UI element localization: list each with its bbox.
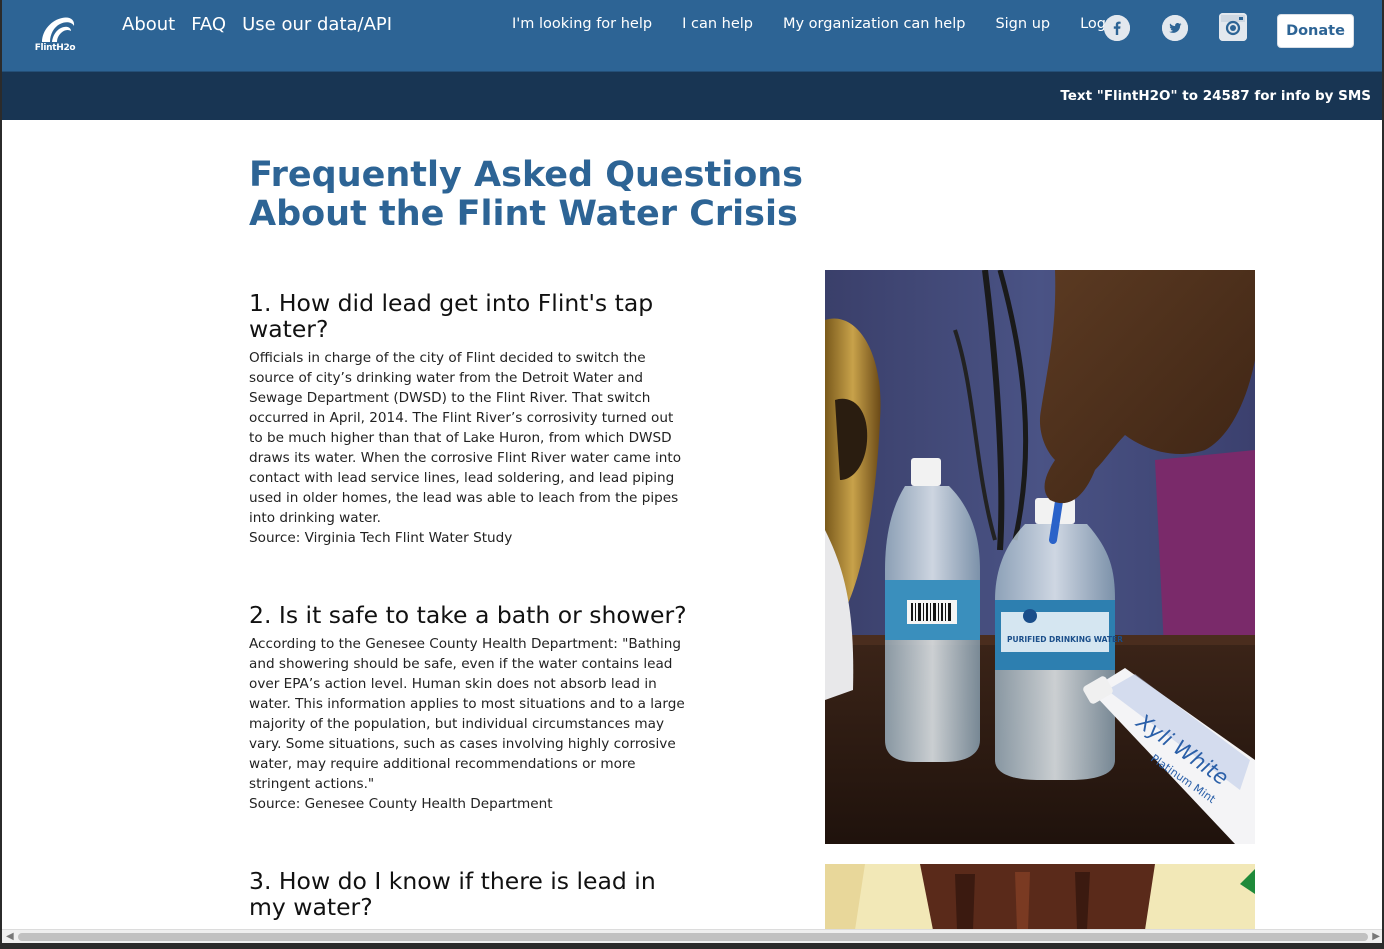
- sms-info-banner: Text "FlintH2O" to 24587 for info by SMS: [2, 72, 1382, 120]
- donate-button[interactable]: Donate: [1277, 14, 1354, 48]
- water-drop-logo-icon: [42, 17, 75, 42]
- nav-data-api-link[interactable]: Use our data/API: [242, 13, 392, 37]
- bottle-label-text: PURIFIED DRINKING WATER: [1007, 635, 1123, 644]
- horizontal-scrollbar[interactable]: ◀ ▶: [2, 929, 1382, 943]
- site-logo[interactable]: FlintH2o: [30, 12, 80, 58]
- faq-item-1: 1. How did lead get into Flint's tap wat…: [249, 290, 689, 548]
- faq-question: 3. How do I know if there is lead in my …: [249, 867, 656, 921]
- facebook-icon[interactable]: [1104, 15, 1130, 41]
- nav-sign-up-link[interactable]: Sign up: [995, 15, 1050, 33]
- scrollbar-thumb[interactable]: [18, 933, 1368, 941]
- sms-info-text: Text "FlintH2O" to 24587 for info by SMS: [1060, 88, 1371, 104]
- primary-nav: About FAQ Use our data/API: [122, 13, 408, 37]
- faucet-photo: [825, 864, 1255, 930]
- scroll-right-arrow-icon[interactable]: ▶: [1372, 931, 1380, 942]
- water-bottles-photo: Xyli White Platinum Mint PURIFIED DRINKI…: [825, 270, 1255, 844]
- faq-item-3: 3. How do I know if there is lead in my …: [249, 868, 689, 926]
- nav-organization-can-help-link[interactable]: My organization can help: [783, 15, 965, 33]
- logo-wordmark: FlintH2o: [34, 43, 76, 53]
- faq-question: 1. How did lead get into Flint's tap wat…: [249, 289, 654, 343]
- scroll-left-arrow-icon[interactable]: ◀: [6, 931, 14, 942]
- browser-viewport: FlintH2o About FAQ Use our data/API I'm …: [0, 0, 1384, 949]
- faq-source: Source: Virginia Tech Flint Water Study: [249, 530, 513, 546]
- faq-source: Source: Genesee County Health Department: [249, 796, 553, 812]
- secondary-nav: I'm looking for help I can help My organ…: [512, 15, 1124, 33]
- nav-i-can-help-link[interactable]: I can help: [682, 15, 753, 33]
- instagram-icon[interactable]: [1219, 13, 1247, 41]
- twitter-icon[interactable]: [1162, 15, 1188, 41]
- window-bottom-edge: [2, 943, 1382, 949]
- faq-answer: Officials in charge of the city of Flint…: [249, 350, 682, 526]
- nav-looking-for-help-link[interactable]: I'm looking for help: [512, 15, 652, 33]
- faq-answer: According to the Genesee County Health D…: [249, 636, 685, 792]
- page-title: Frequently Asked Questions About the Fli…: [249, 155, 804, 234]
- nav-faq-link[interactable]: FAQ: [191, 13, 226, 37]
- nav-about-link[interactable]: About: [122, 13, 175, 37]
- faq-question: 2. Is it safe to take a bath or shower?: [249, 601, 687, 629]
- faq-item-2: 2. Is it safe to take a bath or shower? …: [249, 602, 689, 814]
- site-header: FlintH2o About FAQ Use our data/API I'm …: [2, 0, 1382, 72]
